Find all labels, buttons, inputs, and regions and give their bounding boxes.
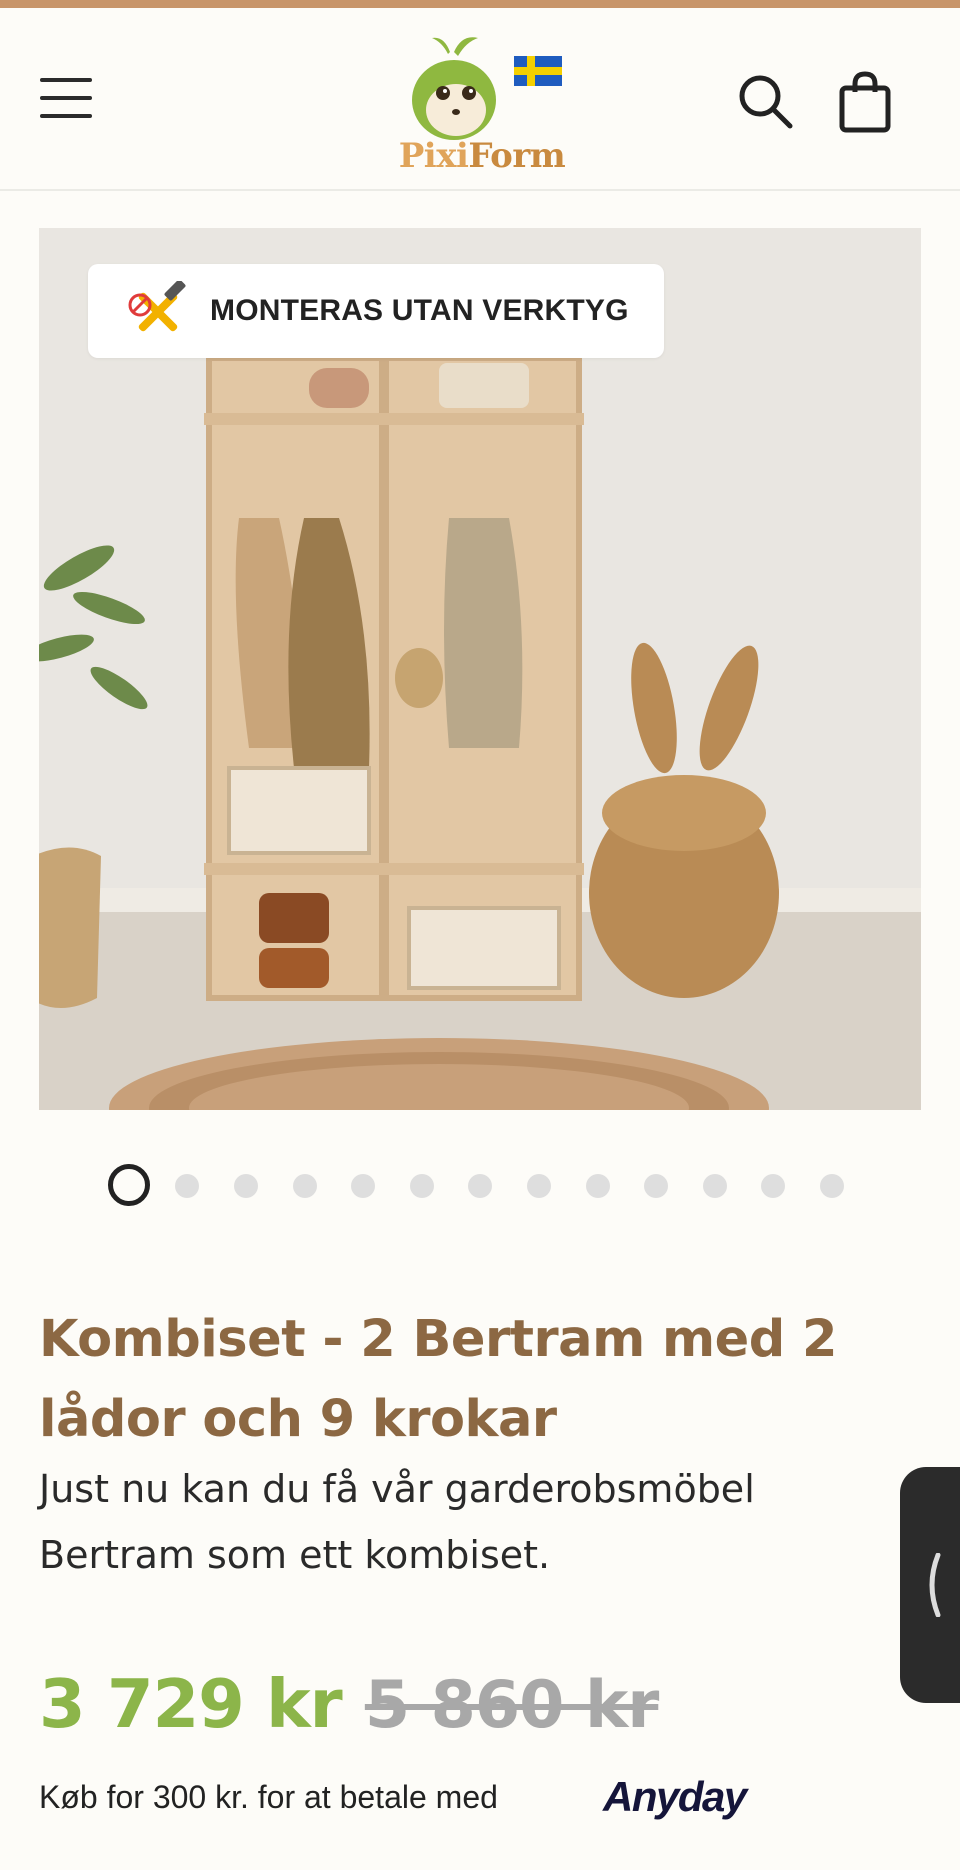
product-description: Just nu kan du få vår garderobsmöbel Ber… bbox=[39, 1456, 899, 1588]
top-accent-strip bbox=[0, 0, 960, 8]
site-header: PixiForm bbox=[0, 8, 960, 191]
original-price: 5 860 kr bbox=[364, 1668, 659, 1743]
carousel-dot[interactable] bbox=[761, 1174, 785, 1198]
hamburger-menu-icon[interactable] bbox=[40, 78, 92, 122]
sale-price: 3 729 kr bbox=[39, 1665, 343, 1743]
carousel-dot[interactable] bbox=[293, 1174, 317, 1198]
pixiform-logo[interactable]: PixiForm bbox=[392, 32, 572, 182]
shopping-bag-icon[interactable] bbox=[836, 70, 894, 134]
feature-badge-text: MONTERAS UTAN VERKTYG bbox=[210, 294, 629, 327]
product-title-line2: lådor och 9 krokar bbox=[39, 1390, 557, 1449]
product-title: Kombiset - 2 Bertram med 2 lådor och 9 k… bbox=[39, 1300, 899, 1460]
product-description-line1: Just nu kan du få vår garderobsmöbel bbox=[39, 1467, 755, 1511]
product-title-line1: Kombiset - 2 Bertram med 2 bbox=[39, 1310, 837, 1369]
no-tools-icon bbox=[128, 281, 186, 332]
product-description-line2: Bertram som ett kombiset. bbox=[39, 1533, 551, 1577]
apple-logo-icon bbox=[412, 37, 562, 140]
feature-badge: MONTERAS UTAN VERKTYG bbox=[88, 264, 664, 358]
payment-text: Køb for 300 kr. for at betale med bbox=[39, 1779, 498, 1815]
carousel-dot[interactable] bbox=[644, 1174, 668, 1198]
carousel-dot-active[interactable] bbox=[108, 1164, 150, 1206]
price-row: 3 729 kr 5 860 kr bbox=[39, 1665, 659, 1755]
carousel-dot[interactable] bbox=[527, 1174, 551, 1198]
carousel-dot[interactable] bbox=[175, 1174, 199, 1198]
carousel-dot[interactable] bbox=[351, 1174, 375, 1198]
carousel-dot[interactable] bbox=[410, 1174, 434, 1198]
carousel-pagination bbox=[0, 1163, 960, 1207]
carousel-dot[interactable] bbox=[468, 1174, 492, 1198]
carousel-dot[interactable] bbox=[586, 1174, 610, 1198]
product-image-carousel[interactable]: MONTERAS UTAN VERKTYG bbox=[39, 228, 921, 1110]
product-photo bbox=[39, 228, 921, 1110]
carousel-dot[interactable] bbox=[820, 1174, 844, 1198]
swedish-flag-icon bbox=[514, 56, 562, 86]
carousel-dot[interactable] bbox=[703, 1174, 727, 1198]
chevron-left-icon bbox=[929, 1553, 941, 1617]
carousel-dot[interactable] bbox=[234, 1174, 258, 1198]
logo-wordmark: PixiForm bbox=[398, 136, 566, 176]
payment-info: Køb for 300 kr. for at betale med Anyday bbox=[39, 1773, 919, 1825]
anyday-logo[interactable]: Anyday bbox=[603, 1773, 747, 1821]
search-icon[interactable] bbox=[736, 72, 796, 132]
side-drawer-tab[interactable] bbox=[900, 1467, 960, 1703]
